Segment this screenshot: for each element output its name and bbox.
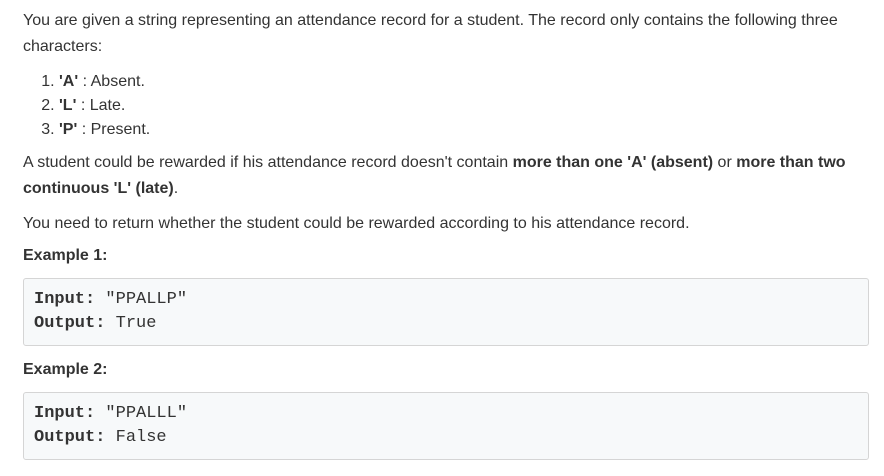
- output-value: True: [105, 314, 157, 333]
- output-label: Output:: [34, 314, 106, 333]
- task-text: You need to return whether the student c…: [23, 215, 690, 232]
- reward-condition: A student could be rewarded if his atten…: [23, 154, 846, 197]
- condition-absent: more than one 'A' (absent): [512, 154, 714, 171]
- list-item: 'P' : Present.: [59, 118, 869, 142]
- example-1-title: Example 1:: [23, 247, 108, 264]
- char-code: 'A': [59, 73, 79, 90]
- input-label: Input:: [34, 404, 96, 423]
- intro-text: You are given a string representing an a…: [23, 12, 838, 55]
- example-2-title: Example 2:: [23, 361, 108, 378]
- list-item: 'A' : Absent.: [59, 70, 869, 94]
- char-code: 'P': [59, 121, 78, 138]
- output-value: False: [105, 428, 167, 447]
- char-desc: : Late.: [76, 97, 126, 114]
- input-value: "PPALLP": [95, 290, 188, 309]
- char-code: 'L': [59, 97, 77, 114]
- output-label: Output:: [34, 428, 106, 447]
- example-2-code-block: Input: "PPALLL" Output: False: [23, 392, 869, 460]
- character-list: 'A' : Absent. 'L' : Late. 'P' : Present.: [23, 70, 869, 142]
- problem-description: You are given a string representing an a…: [23, 8, 869, 471]
- char-desc: : Present.: [77, 121, 151, 138]
- char-desc: : Absent.: [78, 73, 145, 90]
- input-label: Input:: [34, 290, 96, 309]
- example-1-code-block: Input: "PPALLP" Output: True: [23, 278, 869, 346]
- input-value: "PPALLL": [95, 404, 188, 423]
- list-item: 'L' : Late.: [59, 94, 869, 118]
